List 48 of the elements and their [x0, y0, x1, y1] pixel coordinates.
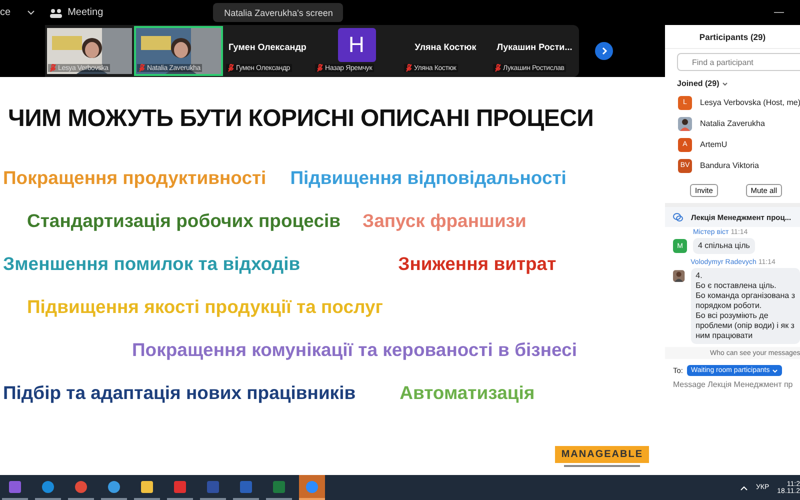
message-line: ним працювати: [696, 331, 754, 341]
benefit-phrase: Зниження витрат: [398, 253, 556, 275]
message-line: 4.: [696, 271, 704, 281]
benefit-phrase: Стандартизація робочих процесів: [27, 210, 340, 232]
meeting-menu[interactable]: Meeting: [68, 7, 104, 18]
chevron-right-icon: [600, 47, 608, 55]
panel-title: Participants (29): [665, 25, 800, 49]
chat-icon: [673, 212, 683, 222]
chevron-down-icon: [772, 368, 778, 372]
message-line: Бо всі розуміють де: [696, 311, 770, 321]
next-page-button[interactable]: [595, 42, 613, 60]
group-label[interactable]: Joined (29): [677, 79, 720, 88]
chevron-down-icon[interactable]: [722, 82, 728, 86]
benefit-phrase: Зменшення помилок та відходів: [3, 253, 300, 275]
message-line: Бо є поставлена ціль.: [696, 281, 778, 291]
muted-mic-icon: [228, 64, 234, 72]
benefit-phrase: Покращення комунікації та керованості в бізнесі: [132, 339, 577, 361]
message-line: 4 спільна ціль: [698, 241, 750, 251]
logo: MANAGEABLE: [555, 446, 649, 463]
message-line: проблеми (опір води) і як з: [696, 321, 795, 331]
participant-title: Лукашин Рости...: [496, 42, 572, 52]
benefit-phrase: Запуск франшизи: [362, 210, 526, 232]
chevron-up-icon[interactable]: [740, 484, 748, 490]
benefit-phrase: Покращення продуктивності: [3, 167, 266, 189]
benefit-phrase: Автоматизація: [400, 382, 535, 404]
participant-title: Уляна Костюк: [414, 42, 476, 52]
muted-mic-icon: [495, 64, 501, 72]
person-avatar-icon: [678, 116, 692, 130]
benefit-phrase: Підвищення якості продукції та послуг: [27, 296, 384, 318]
people-icon: [50, 8, 62, 18]
slide-title: ЧИМ МОЖУТЬ БУТИ КОРИСНІ ОПИСАНІ ПРОЦЕСИ: [7, 105, 595, 133]
muted-mic-icon: [317, 64, 323, 72]
minimize-button[interactable]: —: [774, 7, 784, 18]
app-label: ce: [0, 7, 11, 18]
muted-mic-icon: [139, 64, 145, 72]
muted-mic-icon: [406, 64, 412, 72]
avatar: H: [338, 28, 376, 62]
search-field[interactable]: Find a participant: [677, 53, 800, 71]
benefit-phrase: Підбір та адаптація нових працівників: [3, 382, 356, 404]
benefit-phrase: Підвищення відповідальності: [290, 167, 566, 189]
participant-title: Гумен Олександр: [228, 42, 306, 52]
person-avatar-icon: [673, 269, 685, 283]
share-label: Natalia Zaverukha's screen: [224, 8, 333, 18]
participant-item[interactable]: Natalia Zaverukha: [665, 113, 800, 134]
muted-mic-icon: [50, 64, 56, 72]
message-line: Бо команда організована з: [696, 291, 795, 301]
message-line: порядком роботи.: [696, 301, 763, 311]
share-indicator[interactable]: Natalia Zaverukha's screen: [213, 3, 344, 22]
